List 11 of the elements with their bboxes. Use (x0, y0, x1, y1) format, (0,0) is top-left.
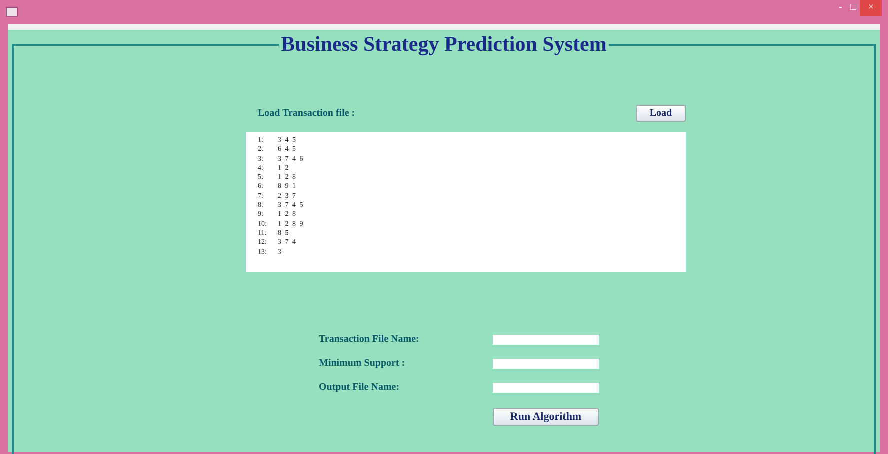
field-label: Output File Name: (319, 381, 400, 395)
run-algorithm-button[interactable]: Run Algorithm (493, 408, 599, 426)
input-field[interactable] (493, 358, 599, 368)
field-label: Transaction File Name: (319, 333, 420, 347)
close-button[interactable]: × (860, 0, 882, 16)
load-button[interactable]: Load (636, 104, 686, 122)
input-field[interactable] (493, 382, 599, 392)
app-icon (6, 7, 18, 17)
load-label: Load Transaction file : (258, 106, 356, 120)
input-field[interactable] (493, 334, 599, 344)
field-label: Minimum Support : (319, 357, 406, 371)
